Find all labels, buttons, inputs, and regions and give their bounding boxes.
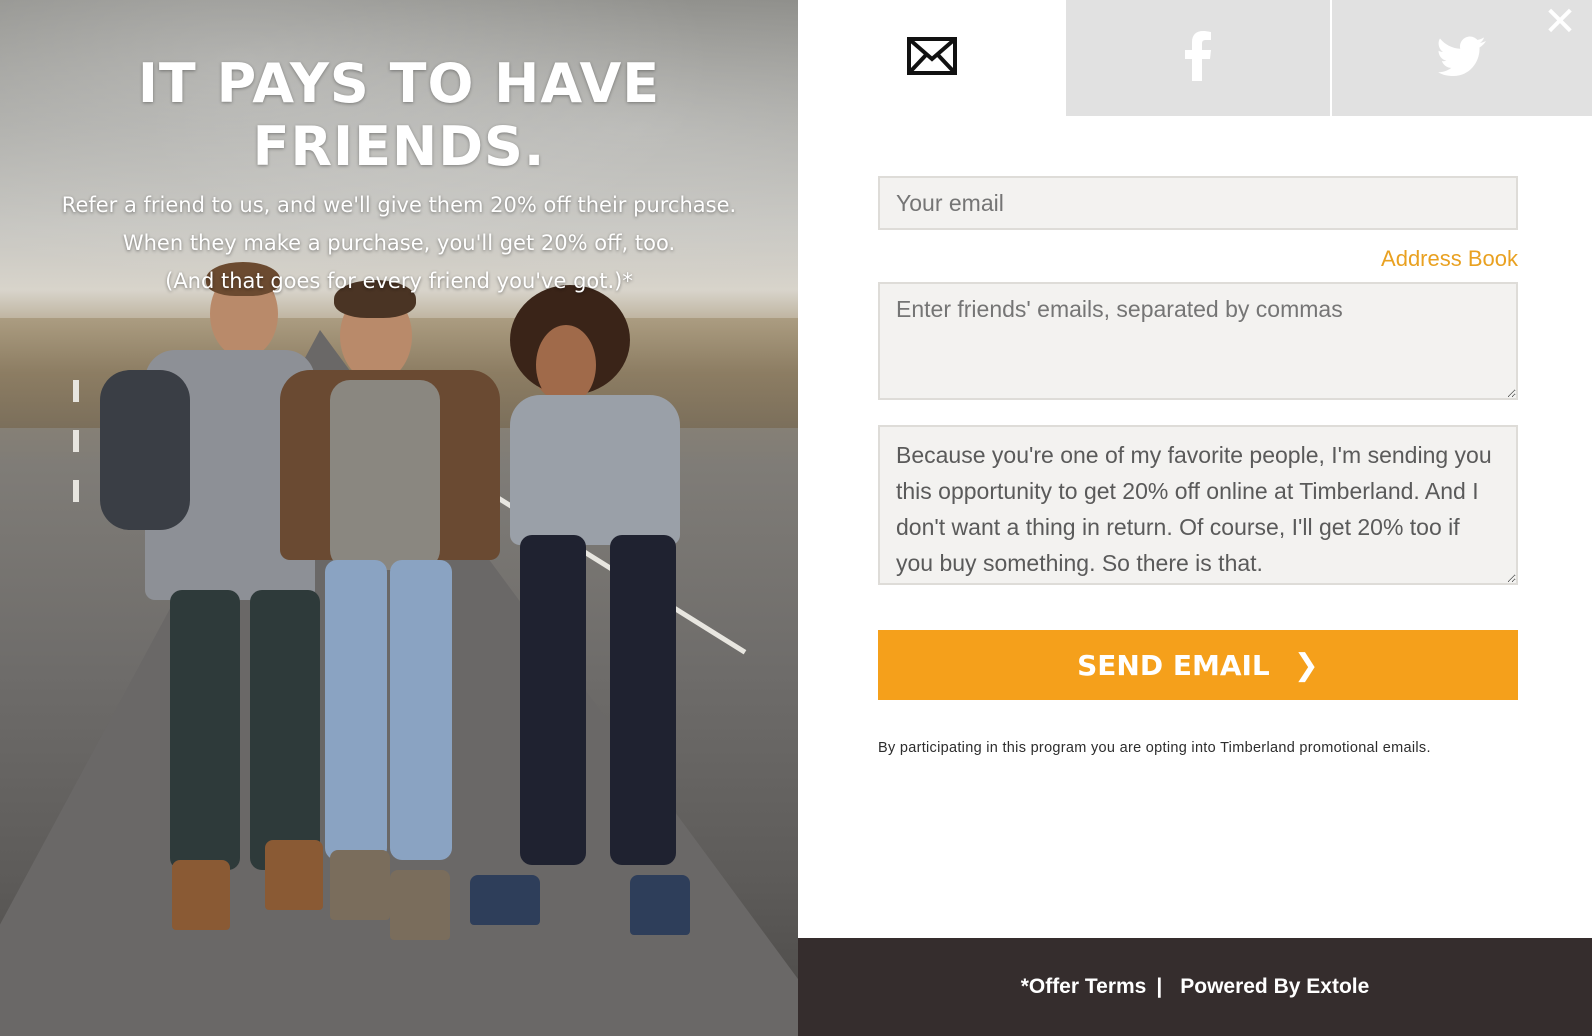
referral-modal: IT PAYS TO HAVE FRIENDS. Refer a friend …	[0, 0, 1592, 1036]
email-share-form: Address Book Because you're one of my fa…	[878, 176, 1518, 756]
hero-subtitle: Refer a friend to us, and we'll give the…	[0, 186, 798, 300]
share-panel: ✕ Address Book Because you're one of my …	[798, 0, 1592, 1036]
hero-copy: IT PAYS TO HAVE FRIENDS. Refer a friend …	[0, 52, 798, 300]
powered-by-link[interactable]: Powered By Extole	[1180, 975, 1369, 999]
tab-email[interactable]	[798, 0, 1066, 116]
your-email-input[interactable]	[878, 176, 1518, 230]
address-book-row: Address Book	[878, 246, 1518, 276]
facebook-icon	[1183, 30, 1213, 86]
footer-separator: |	[1156, 975, 1163, 998]
hero-line: Refer a friend to us, and we'll give the…	[61, 193, 737, 217]
send-email-label: SEND EMAIL	[1077, 648, 1270, 682]
tab-facebook[interactable]	[1066, 0, 1330, 116]
address-book-link[interactable]: Address Book	[1381, 246, 1518, 271]
share-tabs: ✕	[798, 0, 1592, 116]
envelope-icon	[907, 36, 957, 80]
hero-person-right	[470, 285, 730, 965]
chevron-right-icon: ❯	[1293, 647, 1319, 683]
hero-image: IT PAYS TO HAVE FRIENDS. Refer a friend …	[0, 0, 798, 1036]
hero-line: When they make a purchase, you'll get 20…	[122, 231, 676, 255]
twitter-icon	[1438, 36, 1486, 81]
close-icon[interactable]: ✕	[1542, 2, 1578, 42]
hero-title: IT PAYS TO HAVE FRIENDS.	[137, 52, 661, 178]
footer: *Offer Terms | Powered By Extole	[798, 938, 1592, 1036]
send-email-button[interactable]: SEND EMAIL ❯	[878, 630, 1518, 700]
disclaimer-text: By participating in this program you are…	[878, 740, 1431, 756]
offer-terms-link[interactable]: *Offer Terms	[1021, 975, 1147, 999]
message-input[interactable]: Because you're one of my favorite people…	[878, 425, 1518, 585]
friends-emails-input[interactable]	[878, 282, 1518, 400]
hero-line: (And that goes for every friend you've g…	[165, 269, 633, 293]
